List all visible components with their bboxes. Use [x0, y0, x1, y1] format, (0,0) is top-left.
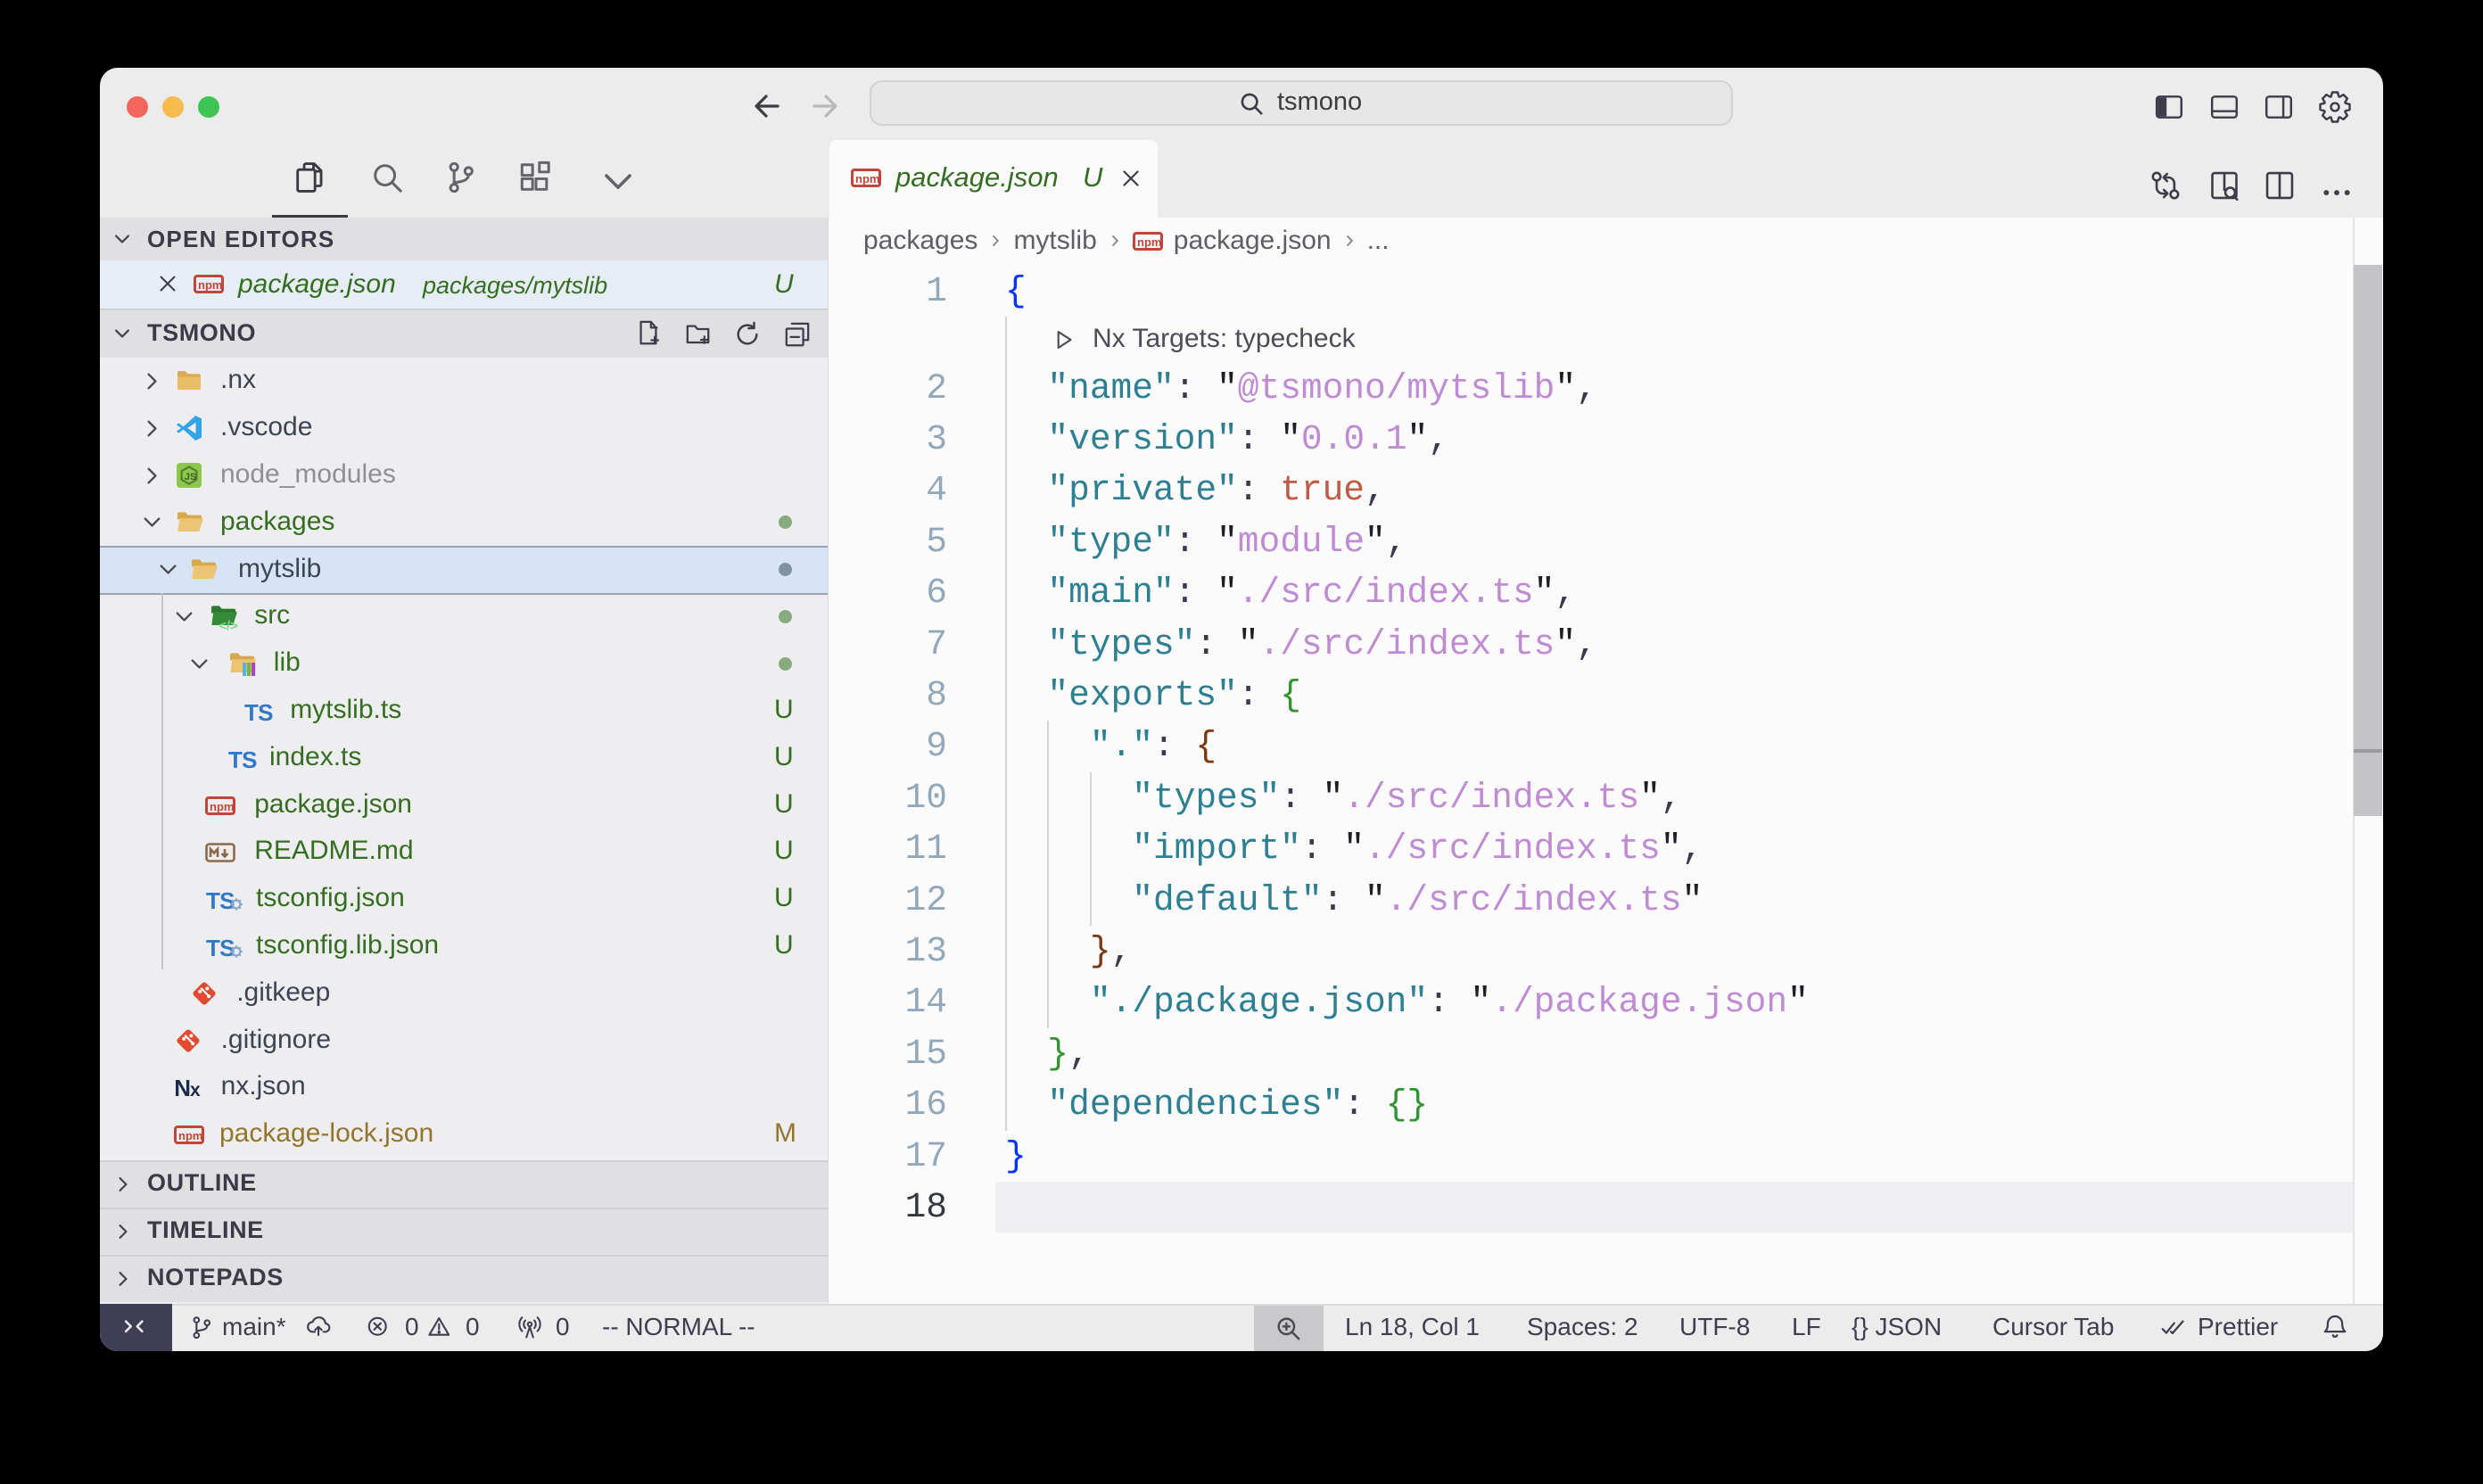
svg-text:npm: npm: [1137, 235, 1161, 249]
svg-text:npm: npm: [210, 800, 234, 813]
svg-text:npm: npm: [178, 1129, 202, 1142]
svg-text:JS: JS: [185, 472, 197, 482]
svg-text:npm: npm: [198, 278, 222, 292]
svg-text:</>: </>: [219, 619, 238, 634]
svg-text:npm: npm: [855, 172, 879, 186]
